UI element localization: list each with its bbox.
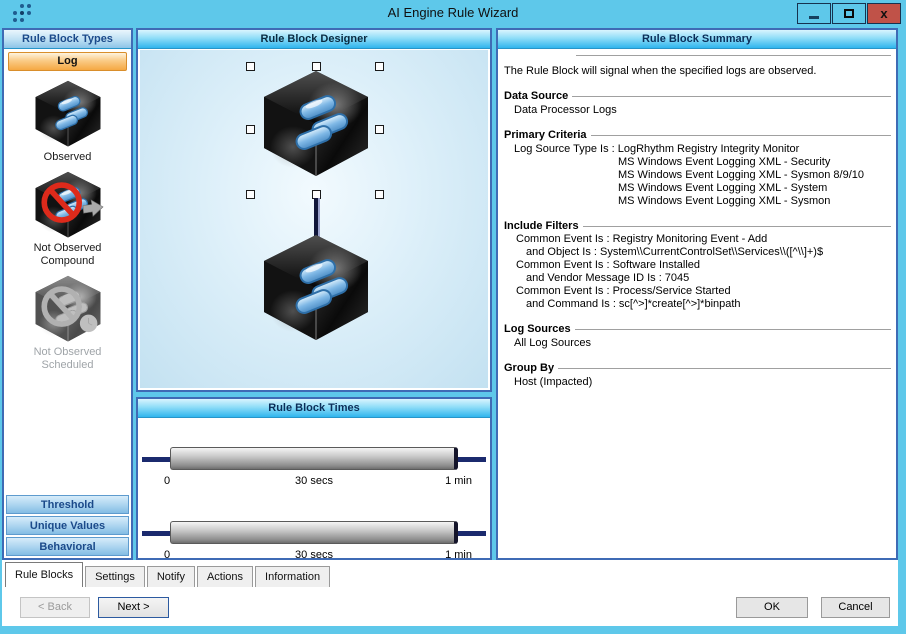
- rule-block-types-panel: Rule Block Types Log Observed Not Observ…: [2, 28, 133, 560]
- observed-cube-icon: [255, 68, 377, 180]
- rule-block-types-header: Rule Block Types: [4, 30, 131, 49]
- divider: [576, 55, 891, 56]
- include-filter-line: and Command Is : sc[^>]*create[^>]*binpa…: [504, 298, 891, 311]
- divider: [591, 135, 891, 136]
- tab-information[interactable]: Information: [255, 566, 330, 587]
- ok-button[interactable]: OK: [736, 597, 808, 618]
- tab-actions[interactable]: Actions: [197, 566, 253, 587]
- slider-range-handle[interactable]: [170, 447, 458, 470]
- maximize-button[interactable]: [832, 3, 866, 24]
- window-title: AI Engine Rule Wizard: [0, 5, 906, 20]
- unique-values-category-button[interactable]: Unique Values: [6, 516, 129, 535]
- include-filter-line: and Object Is : System\\CurrentControlSe…: [504, 246, 891, 259]
- rule-block-summary-panel: Rule Block Summary The Rule Block will s…: [496, 28, 898, 560]
- back-button: < Back: [20, 597, 90, 618]
- behavioral-category-button[interactable]: Behavioral: [6, 537, 129, 556]
- minimize-button[interactable]: [797, 3, 831, 24]
- rule-block-designer-header: Rule Block Designer: [138, 30, 490, 49]
- primary-criteria-line: MS Windows Event Logging XML - Security: [504, 156, 891, 169]
- data-source-heading: Data Source: [504, 90, 891, 103]
- slider-tick-label: 30 secs: [295, 475, 333, 487]
- maximize-icon: [844, 9, 854, 18]
- rule-block-node-2[interactable]: [255, 232, 377, 349]
- slider-range-handle[interactable]: [170, 521, 458, 544]
- selection-handle[interactable]: [246, 62, 255, 71]
- time-slider-2: 0 30 secs 1 min: [140, 493, 488, 567]
- divider: [575, 329, 891, 330]
- slider-tick-label: 1 min: [445, 475, 472, 487]
- slider-tick-label: 0: [164, 475, 170, 487]
- primary-criteria-line: MS Windows Event Logging XML - Sysmon 8/…: [504, 169, 891, 182]
- rule-type-label: Not Observed Compound: [13, 242, 123, 268]
- threshold-category-button[interactable]: Threshold: [6, 495, 129, 514]
- log-sources-value: All Log Sources: [504, 337, 891, 350]
- tab-notify[interactable]: Notify: [147, 566, 195, 587]
- minimize-icon: [809, 16, 819, 19]
- log-category-button[interactable]: Log: [8, 52, 127, 71]
- group-by-value: Host (Impacted): [504, 376, 891, 389]
- include-filter-line: Common Event Is : Registry Monitoring Ev…: [504, 233, 891, 246]
- primary-criteria-line: MS Windows Event Logging XML - System: [504, 182, 891, 195]
- primary-criteria-heading: Primary Criteria: [504, 129, 891, 142]
- rule-block-times-header: Rule Block Times: [138, 399, 490, 418]
- rule-block-summary-header: Rule Block Summary: [498, 30, 896, 49]
- include-filters-heading: Include Filters: [504, 220, 891, 233]
- designer-canvas[interactable]: [140, 50, 488, 388]
- not-observed-compound-cube-icon: [30, 170, 106, 240]
- rule-type-observed[interactable]: Observed: [13, 79, 123, 164]
- rule-type-not-observed-scheduled: Not Observed Scheduled: [13, 274, 123, 372]
- rule-type-label: Not Observed Scheduled: [13, 346, 123, 372]
- next-button[interactable]: Next >: [98, 597, 169, 618]
- not-observed-scheduled-cube-icon: [30, 274, 106, 344]
- rule-block-times-panel: Rule Block Times 0 30 secs 1 min 0 30 se…: [136, 397, 492, 560]
- rule-type-label: Observed: [13, 151, 123, 164]
- selection-handle[interactable]: [246, 190, 255, 199]
- selection-handle[interactable]: [246, 125, 255, 134]
- divider: [558, 368, 891, 369]
- window-border: [0, 626, 906, 634]
- wizard-tabs: Rule Blocks Settings Notify Actions Info…: [5, 562, 332, 587]
- include-filter-line: Common Event Is : Software Installed: [504, 259, 891, 272]
- time-slider-1: 0 30 secs 1 min: [140, 419, 488, 493]
- summary-intro-text: The Rule Block will signal when the spec…: [504, 65, 891, 78]
- cancel-button[interactable]: Cancel: [821, 597, 890, 618]
- observed-cube-icon: [30, 79, 106, 149]
- rule-block-node-1[interactable]: [255, 68, 377, 185]
- rule-block-designer-panel: Rule Block Designer: [136, 28, 492, 392]
- selection-handle[interactable]: [375, 190, 384, 199]
- bottom-bar: Rule Blocks Settings Notify Actions Info…: [2, 560, 898, 626]
- log-sources-heading: Log Sources: [504, 323, 891, 336]
- observed-cube-icon: [255, 232, 377, 344]
- title-bar: AI Engine Rule Wizard x: [0, 0, 906, 27]
- rule-type-not-observed-compound[interactable]: Not Observed Compound: [13, 170, 123, 268]
- include-filter-line: and Vendor Message ID Is : 7045: [504, 272, 891, 285]
- tab-rule-blocks[interactable]: Rule Blocks: [5, 562, 83, 587]
- close-button[interactable]: x: [867, 3, 901, 24]
- include-filter-line: Common Event Is : Process/Service Starte…: [504, 285, 891, 298]
- group-by-heading: Group By: [504, 362, 891, 375]
- divider: [572, 96, 891, 97]
- data-source-value: Data Processor Logs: [504, 104, 891, 117]
- divider: [583, 226, 891, 227]
- primary-criteria-line: MS Windows Event Logging XML - Sysmon: [504, 195, 891, 208]
- primary-criteria-line: Log Source Type Is : LogRhythm Registry …: [504, 143, 891, 156]
- tab-settings[interactable]: Settings: [85, 566, 145, 587]
